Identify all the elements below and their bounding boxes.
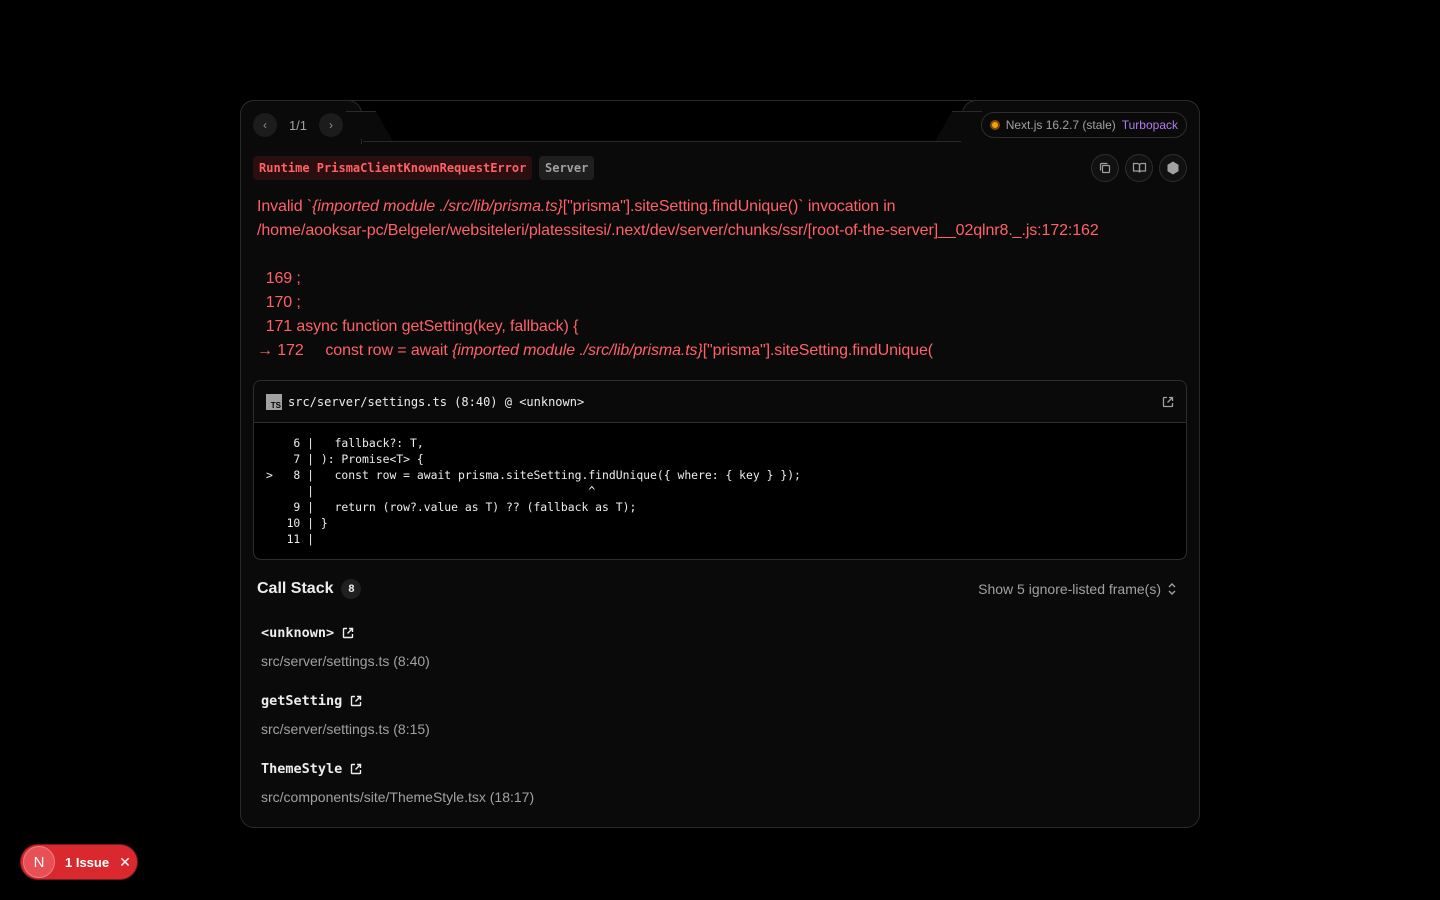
copy-icon[interactable]	[1091, 154, 1119, 182]
code-line: 6 | fallback?: T,	[266, 436, 424, 450]
code-line: 7 | ): Promise<T> {	[266, 452, 424, 466]
environment-badge: Server	[539, 156, 595, 180]
code-snippet: 6 | fallback?: T, 7 | ): Promise<T> { > 8…	[254, 423, 1186, 559]
code-line: 10 | }	[266, 516, 328, 530]
frame-function: ThemeStyle	[261, 761, 534, 777]
stack-frame[interactable]: <unknown> src/server/settings.ts (8:40)	[261, 625, 430, 669]
frame-location: src/server/settings.ts (8:15)	[261, 721, 430, 737]
stack-frame[interactable]: ThemeStyle src/components/site/ThemeStyl…	[261, 761, 534, 805]
issues-count-label[interactable]: 1 Issue	[65, 855, 109, 870]
pagination-count: 1/1	[288, 117, 308, 133]
error-header: Runtime PrismaClientKnownRequestError Se…	[253, 154, 1187, 182]
call-stack-title: Call Stack	[257, 580, 334, 597]
external-link-icon[interactable]	[350, 695, 362, 707]
error-overlay-dialog: ‹ 1/1 › Next.js 16.2.7 (stale) Turbopack…	[240, 100, 1200, 828]
message-line: 171 async function getSetting(key, fallb…	[257, 318, 579, 335]
typescript-file-icon: TS	[266, 393, 282, 410]
message-line: /home/aooksar-pc/Belgeler/websiteleri/pl…	[257, 222, 1099, 239]
external-link-icon[interactable]	[350, 763, 362, 775]
message-line: 170 ;	[257, 294, 301, 311]
version-badge[interactable]: Next.js 16.2.7 (stale) Turbopack	[980, 112, 1187, 138]
code-line: | ^	[266, 484, 596, 498]
frame-location: src/server/settings.ts (8:40)	[261, 653, 430, 669]
message-line: 169 ;	[257, 270, 301, 287]
message-line	[257, 243, 1183, 267]
chevron-up-down-icon	[1168, 583, 1176, 595]
code-line: > 8 | const row = await prisma.siteSetti…	[266, 468, 801, 482]
issues-badge[interactable]: N 1 Issue ✕	[20, 844, 138, 880]
toggle-label: Show 5 ignore-listed frame(s)	[978, 581, 1161, 597]
frame-location: src/components/site/ThemeStyle.tsx (18:1…	[261, 789, 535, 805]
version-label: Next.js 16.2.7 (stale)	[1005, 118, 1116, 132]
call-stack-count: 8	[341, 579, 362, 599]
frame-function: getSetting	[261, 693, 430, 709]
message-line: → 172 const row = await {imported module…	[257, 342, 933, 359]
stack-frame[interactable]: getSetting src/server/settings.ts (8:15)	[261, 693, 430, 737]
error-message: Invalid `{imported module ./src/lib/pris…	[257, 195, 1183, 363]
show-ignored-frames-button[interactable]: Show 5 ignore-listed frame(s)	[978, 581, 1177, 597]
message-line: Invalid `{imported module ./src/lib/pris…	[257, 198, 896, 215]
close-icon[interactable]: ✕	[119, 854, 131, 871]
code-frame-header: TS src/server/settings.ts (8:40) @ <unkn…	[254, 381, 1186, 423]
external-link-icon[interactable]	[342, 627, 354, 639]
stale-status-icon	[989, 120, 1000, 130]
bundler-label: Turbopack	[1121, 118, 1178, 132]
nodejs-icon[interactable]	[1159, 154, 1187, 182]
call-stack-heading: Call Stack 8	[257, 579, 362, 599]
code-frame: TS src/server/settings.ts (8:40) @ <unkn…	[253, 380, 1187, 560]
code-line: 9 | return (row?.value as T) ?? (fallbac…	[266, 500, 637, 514]
chevron-left-icon[interactable]: ‹	[253, 113, 277, 137]
error-actions	[1091, 154, 1187, 182]
frame-function: <unknown>	[261, 625, 430, 641]
nextjs-logo-icon[interactable]: N	[23, 846, 55, 878]
open-in-editor-icon[interactable]	[1162, 396, 1174, 408]
docs-icon[interactable]	[1125, 154, 1153, 182]
chevron-right-icon[interactable]: ›	[319, 113, 343, 137]
code-line: 11 |	[266, 532, 315, 546]
code-frame-file: src/server/settings.ts (8:40) @ <unknown…	[288, 394, 585, 409]
error-type-badge: Runtime PrismaClientKnownRequestError	[253, 156, 533, 180]
divider	[363, 141, 961, 142]
error-pagination: ‹ 1/1 ›	[253, 113, 343, 137]
